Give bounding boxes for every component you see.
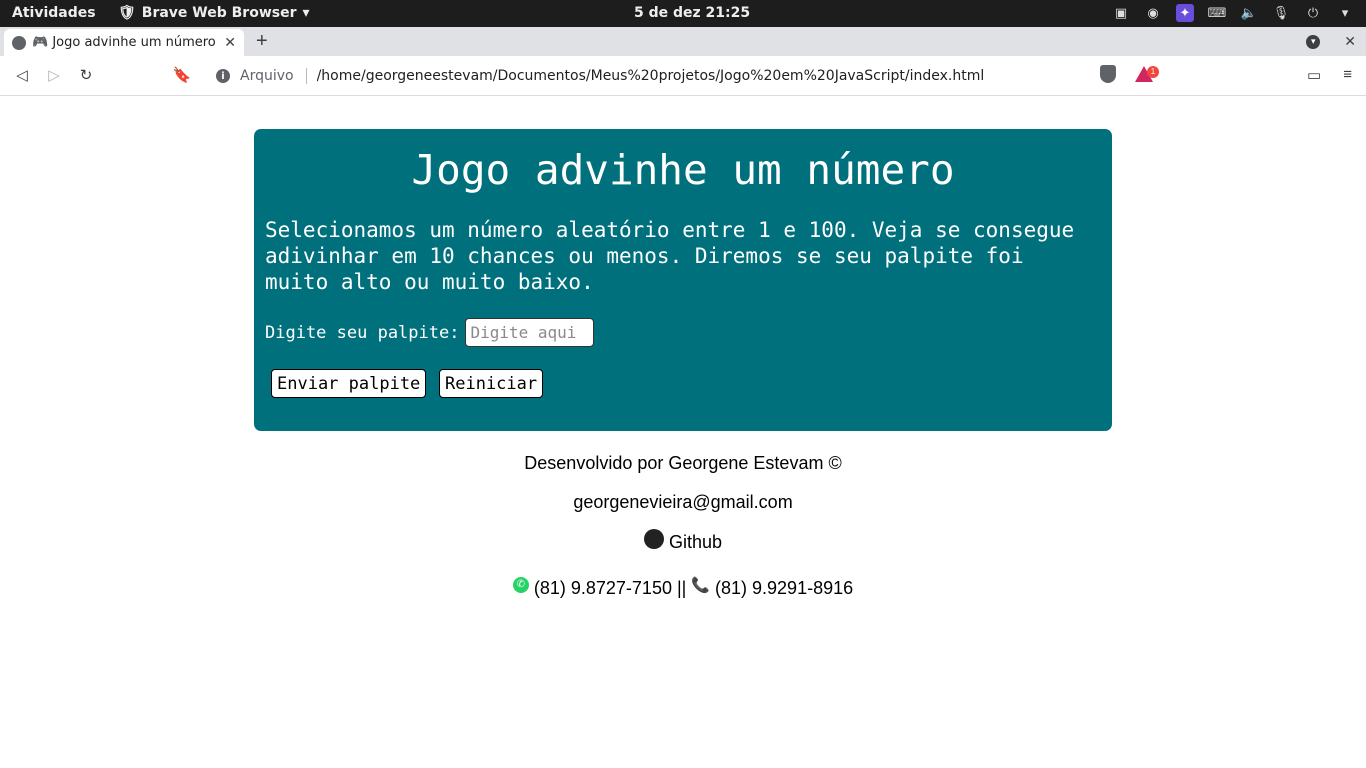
brave-lion-icon: 🛡 xyxy=(118,5,136,21)
tab-active[interactable]: 🎮 Jogo advinhe um número ✕ xyxy=(4,29,244,56)
tab-search-icon[interactable]: ▾ xyxy=(1306,34,1321,49)
close-tab-icon[interactable]: ✕ xyxy=(224,35,236,51)
game-panel: Jogo advinhe um número Selecionamos um n… xyxy=(254,129,1112,431)
guess-input[interactable] xyxy=(465,318,595,347)
reload-icon[interactable]: ↻ xyxy=(76,66,96,84)
new-tab-button[interactable]: + xyxy=(256,31,268,51)
screen-share-icon[interactable]: ▣ xyxy=(1112,4,1130,22)
app-menu[interactable]: 🛡 Brave Web Browser ▾ xyxy=(118,5,310,21)
forward-icon[interactable]: ▷ xyxy=(44,66,64,84)
github-link[interactable]: Github xyxy=(0,528,1366,553)
contact-separator: || xyxy=(676,578,687,598)
phone-icon: 📞 xyxy=(691,577,711,594)
chevron-down-icon[interactable]: ▾ xyxy=(1336,4,1354,22)
omnibox-divider xyxy=(305,68,307,84)
bookmark-icon[interactable]: 🔖 xyxy=(172,66,192,84)
wallet-icon[interactable]: ▭ xyxy=(1307,66,1321,84)
credit-text: Desenvolvido por Georgene Estevam © xyxy=(524,453,842,473)
submit-guess-button[interactable]: Enviar palpite xyxy=(271,369,427,398)
phone-number[interactable]: (81) 9.9291-8916 xyxy=(715,578,853,599)
tabstrip-controls: ▾ ✕ xyxy=(1306,33,1356,50)
github-icon xyxy=(643,528,664,549)
browser-toolbar: ◁ ▷ ↻ 🔖 i Arquivo /home/georgeneestevam/… xyxy=(0,56,1366,96)
keyboard-icon[interactable]: ⌨ xyxy=(1208,4,1227,22)
tab-title: 🎮 Jogo advinhe um número xyxy=(32,35,216,50)
url-text[interactable]: /home/georgeneestevam/Documentos/Meus%20… xyxy=(317,68,1140,84)
game-instructions: Selecionamos um número aleatório entre 1… xyxy=(265,218,1075,294)
toolbar-right: ▭ ≡ xyxy=(1307,66,1352,84)
power-icon[interactable]: ⏻ xyxy=(1304,4,1322,22)
brave-shields-icon[interactable] xyxy=(1100,65,1116,83)
microphone-icon[interactable]: 🎙 xyxy=(1272,4,1290,22)
globe-icon xyxy=(12,35,26,50)
whatsapp-number[interactable]: (81) 9.8727-7150 xyxy=(534,578,672,599)
back-icon[interactable]: ◁ xyxy=(12,66,32,84)
github-label: Github xyxy=(668,532,723,552)
address-bar[interactable]: i Arquivo /home/georgeneestevam/Document… xyxy=(206,61,1161,91)
app-indicator-icon[interactable]: ✦ xyxy=(1176,4,1194,22)
rewards-badge: 1 xyxy=(1147,66,1159,78)
obs-icon[interactable]: ◉ xyxy=(1144,4,1162,22)
email-text[interactable]: georgenevieira@gmail.com xyxy=(0,492,1366,513)
guess-row: Digite seu palpite: xyxy=(265,318,595,347)
contact-row: ✆ (81) 9.8727-7150 || 📞 (81) 9.9291-8916 xyxy=(0,576,1366,599)
system-top-bar: Atividades 🛡 Brave Web Browser ▾ 5 de de… xyxy=(0,0,1366,27)
info-icon[interactable]: i xyxy=(216,69,230,83)
volume-icon[interactable]: 🔈 xyxy=(1240,4,1258,22)
page-title: Jogo advinhe um número xyxy=(411,146,955,194)
security-label: Arquivo xyxy=(240,68,294,84)
guess-label: Digite seu palpite: xyxy=(265,322,460,343)
menu-icon[interactable]: ≡ xyxy=(1343,66,1352,84)
activities-button[interactable]: Atividades xyxy=(12,5,96,21)
clock[interactable]: 5 de dez 21:25 xyxy=(634,5,750,21)
app-menu-label: Brave Web Browser xyxy=(141,5,297,21)
reset-button[interactable]: Reiniciar xyxy=(439,369,544,398)
chevron-down-icon: ▾ xyxy=(302,5,310,21)
system-tray: ▣ ◉ ✦ ⌨ 🔈 🎙 ⏻ ▾ xyxy=(1112,4,1354,22)
window-close-icon[interactable]: ✕ xyxy=(1344,33,1356,50)
whatsapp-icon: ✆ xyxy=(512,576,529,593)
tab-strip: 🎮 Jogo advinhe um número ✕ xyxy=(0,27,1366,56)
